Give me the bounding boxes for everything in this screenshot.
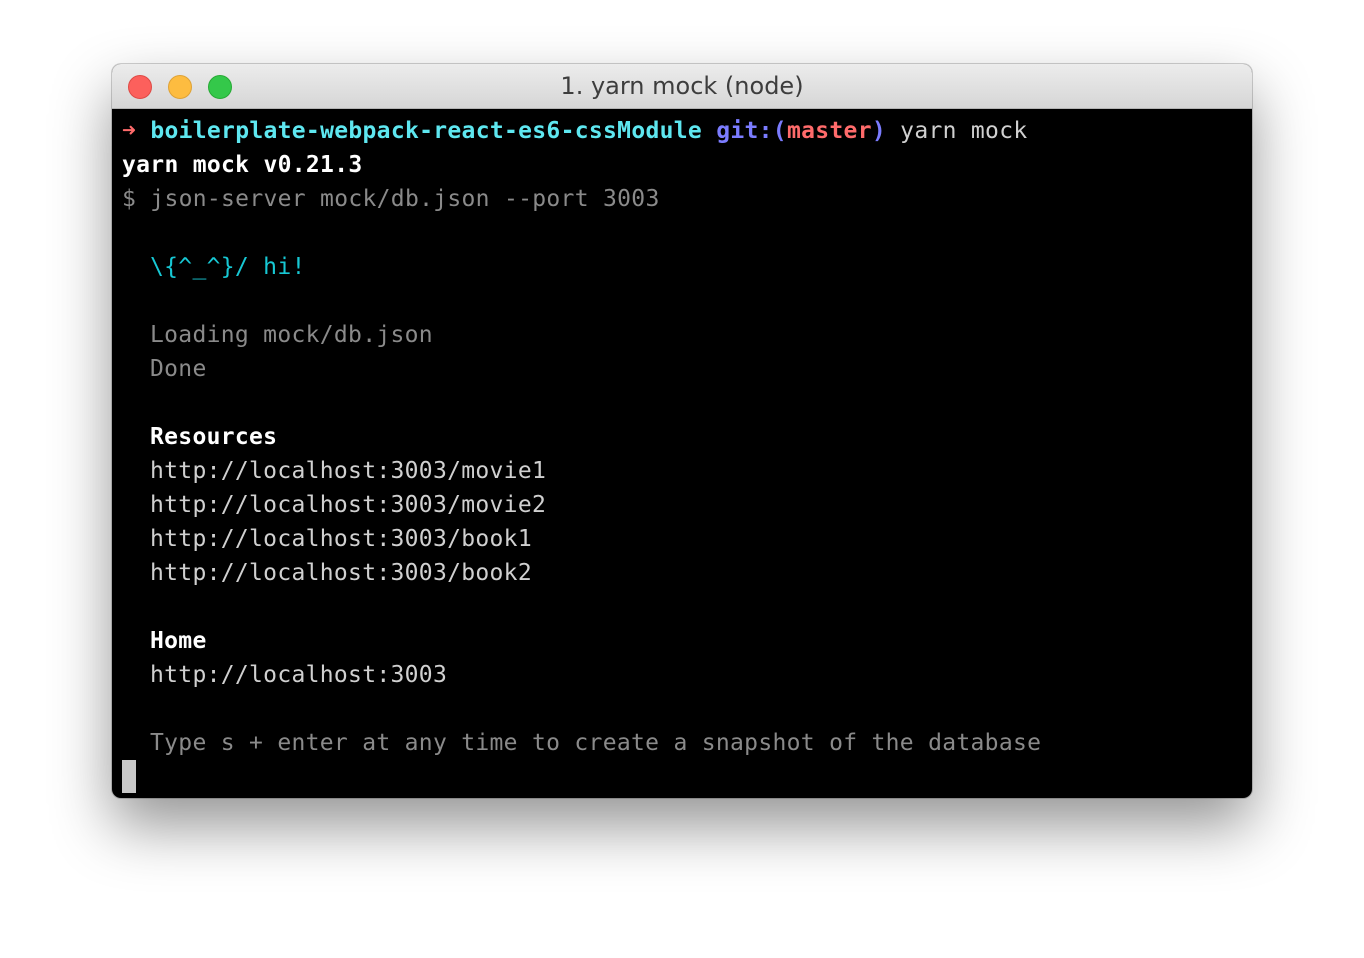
snapshot-hint-line: Type s + enter at any time to create a s…	[150, 730, 1042, 756]
prompt-directory: boilerplate-webpack-react-es6-cssModule	[150, 118, 703, 144]
done-line: Done	[150, 356, 207, 382]
home-heading: Home	[150, 628, 207, 654]
resource-url-book1: http://localhost:3003/book1	[150, 526, 532, 552]
script-command-line: $ json-server mock/db.json --port 3003	[122, 186, 660, 212]
prompt-command: yarn mock	[900, 118, 1028, 144]
resources-heading: Resources	[150, 424, 278, 450]
resource-url-movie2: http://localhost:3003/movie2	[150, 492, 547, 518]
title-bar: 1. yarn mock (node)	[112, 64, 1252, 109]
prompt-arrow-icon: ➜	[122, 118, 137, 144]
terminal-output[interactable]: ➜ boilerplate-webpack-react-es6-cssModul…	[122, 114, 1242, 794]
greeting-line: \{^_^}/ hi!	[150, 254, 306, 280]
resource-url-movie1: http://localhost:3003/movie1	[150, 458, 547, 484]
terminal-window: 1. yarn mock (node) ➜ boilerplate-webpac…	[112, 64, 1252, 798]
prompt-git-prefix: git:(	[716, 118, 787, 144]
prompt-git-suffix: )	[871, 118, 887, 144]
cursor-line[interactable]	[122, 760, 1242, 794]
loading-line: Loading mock/db.json	[150, 322, 433, 348]
yarn-version-line: yarn mock v0.21.3	[122, 152, 363, 178]
window-title: 1. yarn mock (node)	[560, 72, 804, 100]
prompt-line: ➜ boilerplate-webpack-react-es6-cssModul…	[122, 114, 1242, 148]
prompt-git-branch: master	[786, 118, 872, 144]
resource-url-book2: http://localhost:3003/book2	[150, 560, 532, 586]
text-cursor	[122, 760, 136, 793]
home-url: http://localhost:3003	[150, 662, 448, 688]
